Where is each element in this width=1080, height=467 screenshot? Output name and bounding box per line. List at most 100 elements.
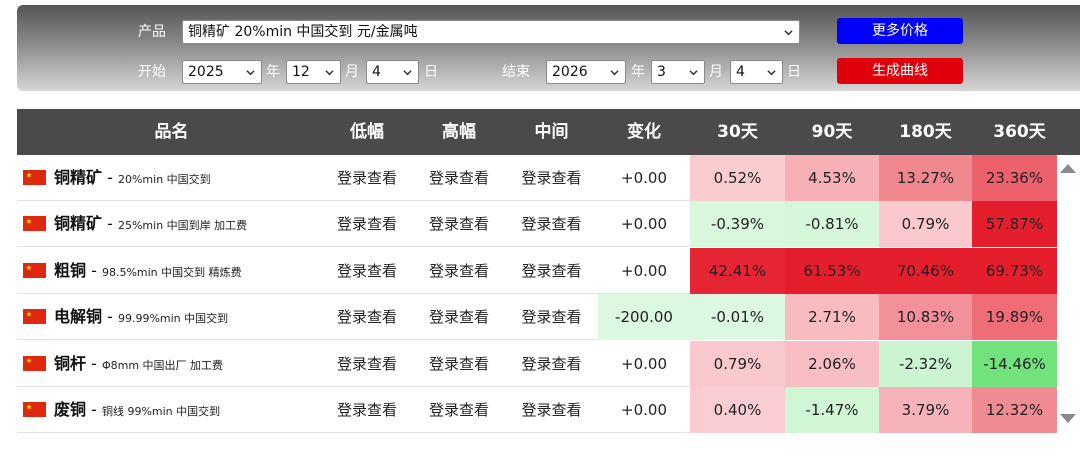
change-cell: -200.00	[598, 294, 690, 341]
product-name: 粗铜	[54, 260, 87, 280]
change-90d-cell: 4.53%	[785, 155, 879, 201]
name-separator: -	[102, 168, 118, 187]
china-flag-icon	[23, 216, 46, 232]
product-name-cell: 铜精矿 - 25%min 中国到岸 加工费	[23, 201, 247, 247]
china-flag-icon	[23, 402, 46, 417]
table-row[interactable]: 铜精矿 - 25%min 中国到岸 加工费 登录查看 登录查看 登录查看 +0.…	[17, 201, 1057, 248]
start-year-select[interactable]: 2025	[182, 60, 262, 84]
table-row[interactable]: 废铜 - 铜线 99%min 中国交到 登录查看 登录查看 登录查看 +0.00…	[17, 387, 1057, 433]
table-row[interactable]: 铜精矿 - 20%min 中国交到 登录查看 登录查看 登录查看 +0.00 0…	[17, 155, 1057, 201]
low-cell[interactable]: 登录查看	[321, 201, 413, 247]
start-month-select[interactable]: 12	[286, 60, 341, 84]
product-spec: 25%min 中国到岸 加工费	[117, 219, 248, 233]
more-prices-button[interactable]: 更多价格	[837, 18, 963, 44]
low-cell[interactable]: 登录查看	[321, 294, 413, 340]
change-cell: +0.00	[621, 169, 667, 187]
product-name: 铜精矿	[54, 168, 103, 187]
end-month-unit: 月	[709, 64, 723, 80]
change-180d-cell: 0.79%	[879, 201, 972, 248]
chevron-down-icon	[325, 70, 334, 76]
column-header-90d: 90天	[811, 122, 853, 142]
end-day-value: 4	[736, 64, 745, 80]
change-30d-cell: 0.52%	[690, 155, 785, 201]
low-cell[interactable]: 登录查看	[321, 155, 413, 201]
table-row[interactable]: 铜杆 - Φ8mm 中国出厂 加工费 登录查看 登录查看 登录查看 +0.00 …	[17, 340, 1057, 387]
mid-cell[interactable]: 登录查看	[505, 155, 598, 201]
change-360d-cell: -14.46%	[972, 340, 1057, 387]
table-header: 品名 低幅 高幅 中间 变化 30天 90天 180天 360天	[17, 109, 1080, 155]
change-180d-cell: 3.79%	[879, 387, 972, 433]
table-row[interactable]: 电解铜 - 99.99%min 中国交到 登录查看 登录查看 登录查看 -200…	[17, 294, 1057, 341]
end-month-value: 3	[657, 64, 666, 80]
china-flag-icon	[23, 170, 46, 185]
high-cell[interactable]: 登录查看	[413, 201, 505, 247]
column-header-180d: 180天	[899, 122, 952, 142]
chevron-down-icon	[784, 30, 793, 36]
column-header-low: 低幅	[350, 122, 384, 142]
column-header-change: 变化	[627, 122, 661, 142]
start-month-unit: 月	[345, 64, 359, 80]
change-360d-cell: 23.36%	[972, 155, 1057, 201]
start-month-value: 12	[292, 64, 310, 80]
end-day-select[interactable]: 4	[730, 60, 783, 84]
mid-cell[interactable]: 登录查看	[505, 341, 598, 387]
end-year-select[interactable]: 2026	[546, 60, 626, 84]
high-cell[interactable]: 登录查看	[413, 248, 505, 294]
product-spec: 98.5%min 中国交到 精炼费	[101, 265, 242, 279]
end-month-select[interactable]: 3	[651, 60, 705, 84]
mid-cell[interactable]: 登录查看	[505, 201, 598, 247]
end-day-unit: 日	[787, 64, 801, 80]
low-cell[interactable]: 登录查看	[321, 248, 413, 294]
end-year-value: 2026	[552, 64, 588, 80]
generate-curve-button[interactable]: 生成曲线	[837, 58, 963, 84]
mid-cell[interactable]: 登录查看	[505, 248, 598, 294]
start-year-unit: 年	[266, 64, 280, 80]
end-label: 结束	[502, 64, 530, 80]
product-spec: 99.99%min 中国交到	[117, 312, 229, 326]
table-row[interactable]: 粗铜 - 98.5%min 中国交到 精炼费 登录查看 登录查看 登录查看 +0…	[17, 247, 1057, 294]
name-separator: -	[86, 353, 102, 373]
chevron-down-icon	[610, 70, 619, 76]
high-cell[interactable]: 登录查看	[413, 155, 505, 201]
china-flag-icon	[23, 309, 46, 325]
change-180d-cell: 10.83%	[879, 294, 972, 341]
product-select[interactable]: 铜精矿 20%min 中国交到 元/金属吨	[182, 20, 800, 44]
high-cell[interactable]: 登录查看	[413, 341, 505, 387]
column-header-mid: 中间	[534, 122, 569, 142]
product-spec: 铜线 99%min 中国交到	[101, 405, 221, 418]
name-separator: -	[102, 214, 118, 234]
product-name: 铜精矿	[54, 214, 103, 234]
scroll-up-arrow-icon[interactable]	[1060, 164, 1076, 173]
product-spec: Φ8mm 中国出厂 加工费	[101, 358, 224, 372]
scroll-down-arrow-icon[interactable]	[1060, 414, 1076, 423]
low-cell[interactable]: 登录查看	[321, 387, 413, 433]
change-90d-cell: 2.06%	[785, 340, 879, 387]
start-day-unit: 日	[424, 64, 438, 80]
product-name-cell: 铜精矿 - 20%min 中国交到	[23, 155, 211, 201]
mid-cell[interactable]: 登录查看	[505, 387, 598, 433]
change-90d-cell: 61.53%	[785, 247, 879, 294]
name-separator: -	[102, 307, 118, 327]
change-cell: +0.00	[621, 354, 667, 373]
change-cell: +0.00	[621, 401, 667, 419]
start-day-select[interactable]: 4	[366, 60, 419, 84]
change-30d-cell: 42.41%	[690, 247, 785, 294]
product-name: 废铜	[54, 400, 87, 419]
chevron-down-icon	[403, 70, 412, 76]
high-cell[interactable]: 登录查看	[413, 294, 505, 340]
mid-cell[interactable]: 登录查看	[505, 294, 598, 340]
start-label: 开始	[138, 64, 166, 80]
column-header-30d: 30天	[717, 122, 758, 142]
product-name-cell: 废铜 - 铜线 99%min 中国交到	[23, 387, 220, 433]
change-180d-cell: 70.46%	[879, 247, 972, 294]
low-cell[interactable]: 登录查看	[321, 341, 413, 387]
china-flag-icon	[23, 355, 46, 371]
product-name: 铜杆	[54, 353, 87, 373]
column-header-name: 品名	[154, 122, 189, 142]
high-cell[interactable]: 登录查看	[413, 387, 505, 433]
start-day-value: 4	[372, 64, 381, 80]
name-separator: -	[86, 400, 102, 419]
chevron-down-icon	[689, 70, 698, 76]
change-360d-cell: 69.73%	[972, 247, 1057, 294]
product-name-cell: 电解铜 - 99.99%min 中国交到	[23, 294, 228, 340]
